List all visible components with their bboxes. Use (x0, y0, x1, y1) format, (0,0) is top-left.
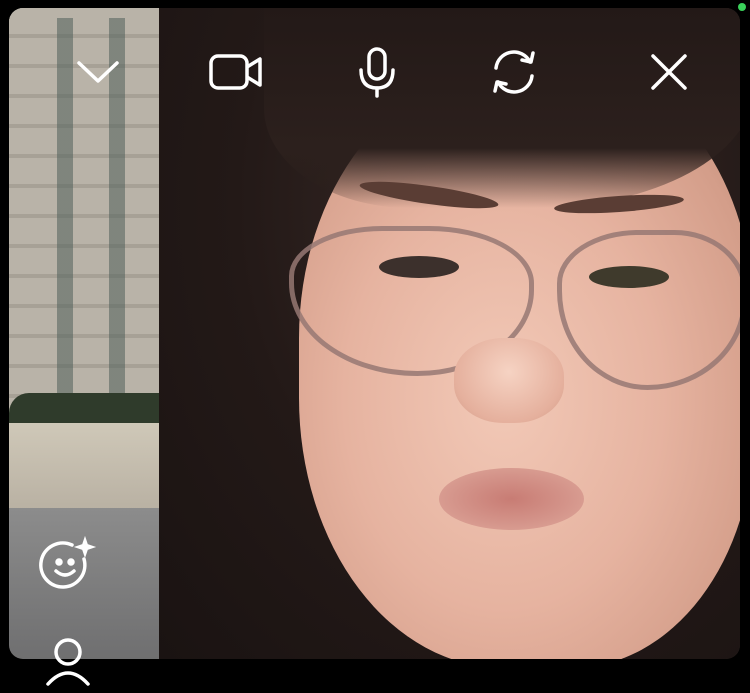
face-filter-sparkle-icon (38, 535, 98, 600)
mute-button[interactable] (345, 40, 409, 104)
close-button[interactable] (637, 40, 701, 104)
flip-camera-button[interactable] (482, 40, 546, 104)
add-person-icon (40, 632, 96, 693)
video-call-window (0, 0, 750, 686)
microphone-icon (357, 46, 397, 98)
close-icon (649, 52, 689, 92)
person-bangs (264, 8, 740, 208)
person-nose (454, 338, 564, 423)
camera-toggle-button[interactable] (204, 40, 268, 104)
add-participant-button[interactable] (38, 632, 98, 692)
minimize-button[interactable] (66, 40, 130, 104)
switch-camera-icon (488, 46, 540, 98)
chevron-down-icon (75, 57, 121, 87)
status-indicator (738, 3, 746, 11)
call-toolbar (9, 40, 740, 104)
person-mouth (439, 468, 584, 530)
camera-feed (9, 8, 740, 659)
effects-button[interactable] (38, 535, 98, 600)
video-camera-icon (208, 52, 264, 92)
